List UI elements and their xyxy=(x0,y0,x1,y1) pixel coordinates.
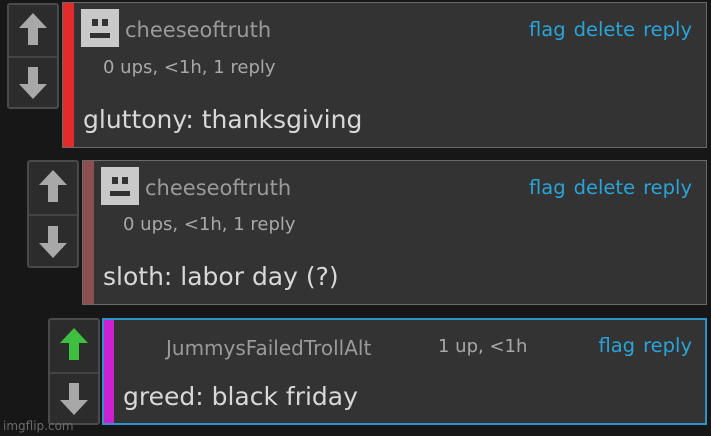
robot-mouth xyxy=(90,33,110,38)
avatar[interactable] xyxy=(81,9,119,47)
vote-column xyxy=(27,160,79,268)
downvote-button[interactable] xyxy=(50,375,98,423)
comment-box: cheeseoftruth 0 ups, <1h, 1 reply flag de… xyxy=(62,2,707,148)
comment-meta: 0 ups, <1h, 1 reply xyxy=(123,214,296,235)
thread-bar xyxy=(63,3,74,147)
flag-link[interactable]: flag xyxy=(529,18,566,41)
vote-column xyxy=(7,3,59,109)
username[interactable]: JummysFailedTrollAlt xyxy=(166,336,371,360)
robot-face-icon xyxy=(112,177,118,184)
robot-eye xyxy=(102,19,108,26)
downvote-button[interactable] xyxy=(29,218,77,266)
vote-column xyxy=(48,318,100,425)
down-arrow-icon xyxy=(39,226,67,258)
comment-actions: flag delete reply xyxy=(521,176,692,199)
delete-link[interactable]: delete xyxy=(574,18,635,41)
comment-text: sloth: labor day (?) xyxy=(103,262,339,291)
reply-link[interactable]: reply xyxy=(643,18,692,41)
upvote-button[interactable] xyxy=(50,320,98,368)
thread-bar xyxy=(83,161,94,304)
reply-link[interactable]: reply xyxy=(643,176,692,199)
vote-divider xyxy=(50,371,98,374)
vote-divider xyxy=(29,214,77,216)
comment-meta: 1 up, <1h xyxy=(438,336,528,357)
upvote-button[interactable] xyxy=(29,162,77,210)
comment-actions: flag reply xyxy=(590,334,692,357)
username[interactable]: cheeseoftruth xyxy=(145,176,291,200)
vote-divider xyxy=(9,56,57,58)
flag-link[interactable]: flag xyxy=(598,334,635,357)
comment-meta: 0 ups, <1h, 1 reply xyxy=(103,57,276,78)
robot-eye xyxy=(122,177,128,184)
avatar[interactable] xyxy=(101,167,139,205)
comment-text: greed: black friday xyxy=(123,382,358,411)
comment-actions: flag delete reply xyxy=(521,18,692,41)
comment-box: cheeseoftruth 0 ups, <1h, 1 reply flag de… xyxy=(82,160,707,305)
delete-link[interactable]: delete xyxy=(574,176,635,199)
down-arrow-icon xyxy=(60,383,88,415)
robot-face-icon xyxy=(92,19,98,26)
downvote-button[interactable] xyxy=(9,59,57,107)
thread-bar xyxy=(104,320,114,423)
robot-mouth xyxy=(110,191,130,196)
up-arrow-icon xyxy=(19,13,47,45)
username[interactable]: cheeseoftruth xyxy=(125,18,271,42)
up-arrow-icon xyxy=(60,328,88,360)
reply-link[interactable]: reply xyxy=(643,334,692,357)
up-arrow-icon xyxy=(39,170,67,202)
comment-text: gluttony: thanksgiving xyxy=(83,105,363,134)
comment-box: JummysFailedTrollAlt 1 up, <1h flag reply… xyxy=(102,318,707,425)
watermark: imgflip.com xyxy=(3,419,74,433)
down-arrow-icon xyxy=(19,67,47,99)
upvote-button[interactable] xyxy=(9,5,57,53)
flag-link[interactable]: flag xyxy=(529,176,566,199)
